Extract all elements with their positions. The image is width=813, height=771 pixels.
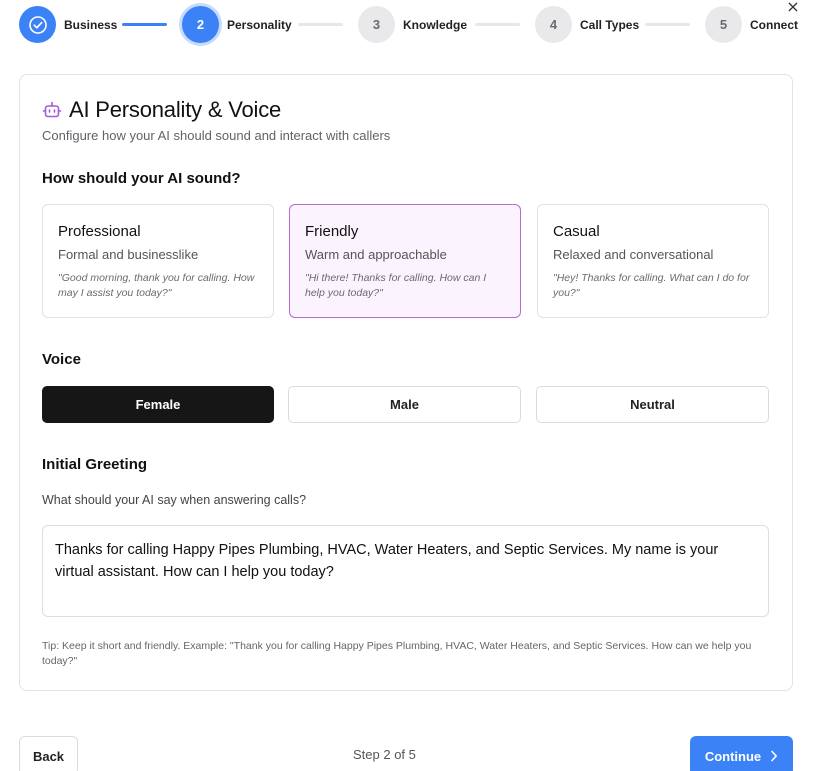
step-5-label: Connect — [750, 18, 798, 32]
tone-description: Warm and approachable — [305, 247, 447, 262]
step-4-circle[interactable]: 4 — [535, 6, 572, 43]
step-3-circle[interactable]: 3 — [358, 6, 395, 43]
personality-card: AI Personality & Voice Configure how you… — [19, 74, 793, 691]
step-1-circle[interactable] — [19, 6, 56, 43]
greeting-question: What should your AI say when answering c… — [42, 493, 307, 507]
step-4-label: Call Types — [580, 18, 640, 32]
tone-option-professional[interactable]: Professional Formal and businesslike "Go… — [42, 204, 274, 318]
step-5-circle[interactable]: 5 — [705, 6, 742, 43]
tone-heading: How should your AI sound? — [42, 170, 241, 187]
step-1-label: Business — [64, 18, 118, 32]
chevron-right-icon — [771, 750, 778, 762]
tone-description: Relaxed and conversational — [553, 247, 714, 262]
tone-example: "Good morning, thank you for calling. Ho… — [58, 272, 255, 299]
voice-male-button[interactable]: Male — [288, 386, 521, 423]
tone-name: Professional — [58, 223, 141, 240]
tone-option-friendly[interactable]: Friendly Warm and approachable "Hi there… — [289, 204, 521, 318]
tone-example: "Hi there! Thanks for calling. How can I… — [305, 272, 487, 299]
page-subtitle: Configure how your AI should sound and i… — [42, 128, 391, 143]
title-row: AI Personality & Voice — [42, 97, 281, 123]
tone-name: Casual — [553, 223, 600, 240]
tone-description: Formal and businesslike — [58, 247, 199, 262]
onboarding-wizard: × Business 2 Personality 3 Knowledge 4 C… — [0, 0, 813, 771]
tone-name: Friendly — [305, 223, 359, 240]
progress-stepper: Business 2 Personality 3 Knowledge 4 Cal… — [0, 0, 813, 50]
tone-example: "Hey! Thanks for calling. What can I do … — [553, 272, 750, 299]
step-connector-2 — [298, 23, 343, 26]
page-title: AI Personality & Voice — [69, 97, 282, 122]
greeting-heading: Initial Greeting — [42, 456, 148, 473]
step-connector-1 — [122, 23, 167, 26]
step-3-label: Knowledge — [403, 18, 468, 32]
continue-button[interactable]: Continue — [690, 736, 793, 771]
voice-neutral-button[interactable]: Neutral — [536, 386, 769, 423]
bot-icon — [42, 101, 62, 118]
greeting-tip: Tip: Keep it short and friendly. Example… — [42, 640, 752, 667]
voice-heading: Voice — [42, 351, 81, 368]
step-2-circle[interactable]: 2 — [182, 6, 219, 43]
back-button[interactable]: Back — [19, 736, 78, 771]
greeting-textarea[interactable]: Thanks for calling Happy Pipes Plumbing,… — [42, 525, 769, 617]
step-connector-3 — [475, 23, 520, 26]
step-counter: Step 2 of 5 — [353, 747, 416, 762]
step-connector-4 — [645, 23, 690, 26]
check-circle-icon — [28, 15, 47, 34]
continue-label: Continue — [704, 748, 762, 764]
tone-option-casual[interactable]: Casual Relaxed and conversational "Hey! … — [537, 204, 769, 318]
voice-female-button[interactable]: Female — [42, 386, 274, 423]
step-2-label: Personality — [227, 18, 292, 32]
